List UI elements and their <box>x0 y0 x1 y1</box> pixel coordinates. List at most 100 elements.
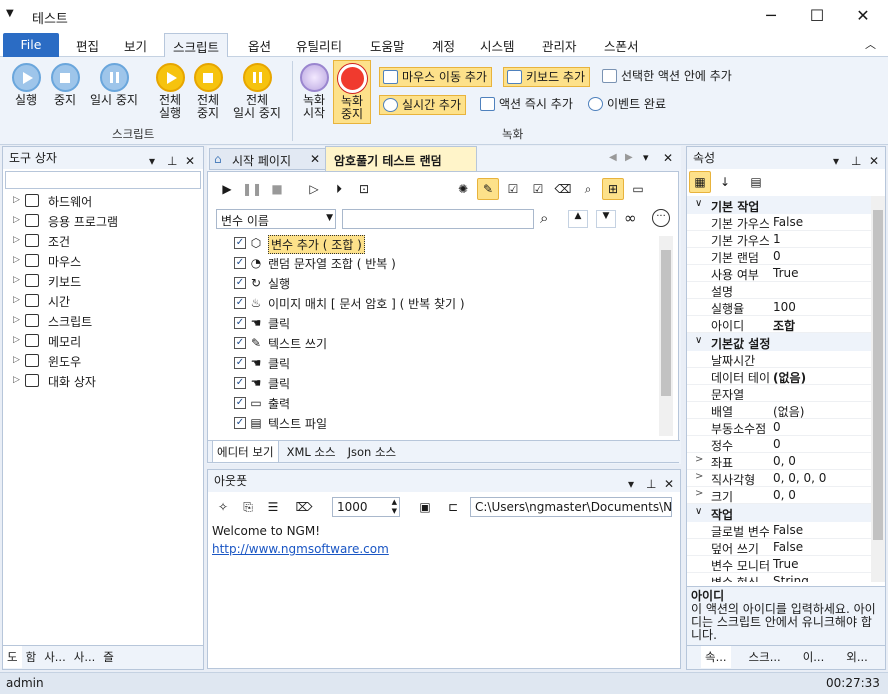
action-item[interactable]: ✓ ✎ 텍스트 쓰기 <box>208 334 656 354</box>
toolbox-item[interactable]: ▷ 윈도우 <box>3 351 203 371</box>
property-value[interactable]: (없음) <box>773 403 804 420</box>
properties-tab[interactable]: 이... <box>799 646 829 668</box>
toolbox-tab[interactable]: 즐 <box>99 646 118 668</box>
properties-tab[interactable]: 스크... <box>745 646 785 668</box>
record-start-button[interactable]: 녹화 시작 <box>296 63 332 120</box>
toolbox-dropdown-icon[interactable]: ▾ <box>149 150 155 172</box>
line-count-stepper[interactable]: 1000 ▲ ▼ <box>332 497 400 517</box>
property-category[interactable]: ∨ 기본 작업 <box>687 196 871 214</box>
add-in-selected-button[interactable]: 선택한 액션 안에 추가 <box>599 67 736 87</box>
property-value[interactable]: 0 <box>773 420 781 434</box>
output-dropdown-icon[interactable]: ▾ <box>628 473 634 495</box>
expand-arrow-icon[interactable]: ▷ <box>13 315 20 325</box>
expand-arrow-icon[interactable]: ▷ <box>13 375 20 385</box>
property-row[interactable]: 기본 랜덤 0 <box>687 248 871 265</box>
property-row[interactable]: 기본 가우스 1 <box>687 231 871 248</box>
property-row[interactable]: 실행율 100 <box>687 299 871 316</box>
property-row[interactable]: > 크기 0, 0 <box>687 487 871 504</box>
toolbox-item[interactable]: ▷ 조건 <box>3 231 203 251</box>
toolbox-tab[interactable]: 사... <box>40 646 70 668</box>
stepper-arrows-icon[interactable]: ▲ ▼ <box>392 498 397 516</box>
list-icon[interactable]: ☰ <box>262 496 284 518</box>
tab-close-icon[interactable]: ✕ <box>310 152 320 166</box>
run-button[interactable]: 실행 <box>6 63 46 107</box>
menu-account[interactable]: 계정 <box>432 36 455 56</box>
expand-icon[interactable]: > <box>695 488 703 499</box>
sort-az-icon[interactable]: ↓ <box>714 171 736 193</box>
check-all-icon[interactable]: ☑ <box>502 178 524 200</box>
action-checkbox[interactable]: ✓ <box>234 277 246 289</box>
toolbox-tab[interactable]: 사... <box>70 646 100 668</box>
action-item[interactable]: ✓ ♨ 이미지 매치 [ 문서 암호 ] ( 반복 찾기 ) <box>208 294 656 314</box>
more-icon[interactable]: ··· <box>652 209 670 227</box>
editor-bottom-tab[interactable]: XML 소스 <box>283 441 340 463</box>
tab-scroll-right-icon[interactable]: ▶ <box>625 152 633 163</box>
property-value[interactable]: 0, 0 <box>773 488 796 502</box>
move-up-icon[interactable]: ▲ <box>568 210 588 228</box>
tab-scroll-left-icon[interactable]: ◀ <box>609 152 617 163</box>
action-checkbox[interactable]: ✓ <box>234 337 246 349</box>
toolbox-item[interactable]: ▷ 응용 프로그램 <box>3 211 203 231</box>
save-icon[interactable]: ▣ <box>414 496 436 518</box>
stop-button[interactable]: 중지 <box>46 63 84 107</box>
property-value[interactable]: 0, 0, 0, 0 <box>773 471 826 485</box>
variable-search-input[interactable] <box>342 209 534 229</box>
toolbox-item[interactable]: ▷ 하드웨어 <box>3 191 203 211</box>
toolbox-item[interactable]: ▷ 키보드 <box>3 271 203 291</box>
property-value[interactable]: 1 <box>773 232 781 246</box>
run-from-icon[interactable]: ⏵ <box>328 178 350 200</box>
menu-admin[interactable]: 관리자 <box>542 36 577 56</box>
property-row[interactable]: 아이디 조합 <box>687 316 871 333</box>
property-row[interactable]: > 좌표 0, 0 <box>687 453 871 470</box>
editor-bottom-tab[interactable]: 에디터 보기 <box>212 441 279 463</box>
tab-script-editor[interactable]: 암호풀기 테스트 랜덤 <box>325 146 477 171</box>
variable-select[interactable]: 변수 이름 ▼ <box>216 209 336 229</box>
collapse-icon[interactable]: ∨ <box>695 198 702 209</box>
pause-icon[interactable]: ❚❚ <box>241 178 263 200</box>
properties-tab[interactable]: 속... <box>701 646 731 668</box>
system-menu-icon[interactable]: ▼ <box>6 8 14 19</box>
expand-arrow-icon[interactable]: ▷ <box>13 235 20 245</box>
action-item[interactable]: ✓ ▭ 출력 <box>208 394 656 414</box>
expand-arrow-icon[interactable]: ▷ <box>13 355 20 365</box>
stop-icon[interactable]: ■ <box>266 178 288 200</box>
property-row[interactable]: 변수 형식 String <box>687 573 871 582</box>
collapse-icon[interactable]: ∨ <box>695 335 702 346</box>
eraser-icon[interactable]: ⌦ <box>293 496 315 518</box>
menu-system[interactable]: 시스템 <box>480 36 515 56</box>
expand-arrow-icon[interactable]: ▷ <box>13 255 20 265</box>
new-doc-icon[interactable]: ⎘ <box>237 496 259 518</box>
property-row[interactable]: 설명 <box>687 282 871 299</box>
action-checkbox[interactable]: ✓ <box>234 397 246 409</box>
action-list-scrollbar[interactable] <box>659 236 673 436</box>
menu-help[interactable]: 도움말 <box>370 36 405 56</box>
property-row[interactable]: 기본 가우스 False <box>687 214 871 231</box>
collapse-icon[interactable]: ∨ <box>695 506 702 517</box>
menu-file[interactable]: File <box>3 33 59 57</box>
pause-all-button[interactable]: 전체 일시 중지 <box>228 63 286 120</box>
loop-icon[interactable]: ∞ <box>624 209 637 227</box>
properties-close-icon[interactable]: ✕ <box>869 150 879 172</box>
menu-sponsor[interactable]: 스폰서 <box>604 36 639 56</box>
toolbox-tab[interactable]: 도 <box>3 646 22 668</box>
close-button[interactable]: ✕ <box>840 0 886 32</box>
clean-icon[interactable]: ✧ <box>212 496 234 518</box>
tab-start-page[interactable]: ⌂ 시작 페이지 ✕ <box>209 148 327 170</box>
delete-icon[interactable]: ⌫ <box>552 178 574 200</box>
check-icon[interactable]: ☑ <box>527 178 549 200</box>
menu-view[interactable]: 보기 <box>124 36 147 56</box>
folder-icon[interactable]: ⊏ <box>442 496 464 518</box>
output-link[interactable]: http://www.ngmsoftware.com <box>212 542 389 556</box>
move-down-icon[interactable]: ▼ <box>596 210 616 228</box>
add-mouse-move-button[interactable]: 마우스 이동 추가 <box>379 67 492 87</box>
event-done-button[interactable]: 이벤트 완료 <box>585 95 670 115</box>
toolbox-search-input[interactable] <box>5 171 201 189</box>
properties-dropdown-icon[interactable]: ▾ <box>833 150 839 172</box>
action-item[interactable]: ✓ ▤ 텍스트 파일 <box>208 414 656 434</box>
minimize-button[interactable]: ─ <box>748 0 794 32</box>
property-value[interactable]: 0 <box>773 249 781 263</box>
expand-icon[interactable]: > <box>695 471 703 482</box>
property-value[interactable]: 0, 0 <box>773 454 796 468</box>
menu-edit[interactable]: 편집 <box>76 36 99 56</box>
action-item[interactable]: ✓ ◔ 랜덤 문자열 조합 ( 반복 ) <box>208 254 656 274</box>
